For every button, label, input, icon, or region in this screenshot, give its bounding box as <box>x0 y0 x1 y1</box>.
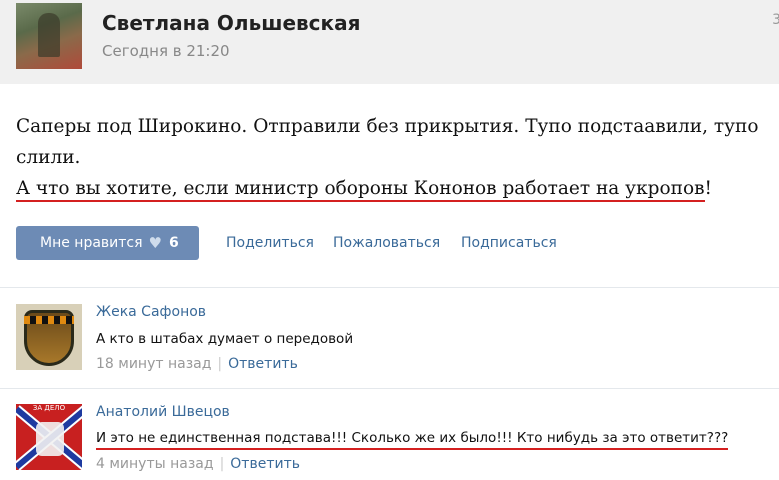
meta-separator: | <box>217 356 223 372</box>
author-name[interactable]: Светлана Ольшевская <box>102 11 360 35</box>
like-button[interactable]: Мне нравится ♥ 6 <box>16 226 199 260</box>
post-text-line-2: слили. <box>16 147 81 168</box>
underlined-comment-text: И это не единственная подстава!!! Скольк… <box>96 430 729 450</box>
rider-icon <box>36 422 64 456</box>
underlined-text: А что вы хотите, если министр обороны Ко… <box>16 178 705 202</box>
post-time[interactable]: Сегодня в 21:20 <box>102 42 230 60</box>
comment-text: И это не единственная подстава!!! Скольк… <box>96 430 729 450</box>
exclamation: ! <box>704 178 712 199</box>
avatar-caption: ЗА ДЕЛО <box>32 404 66 412</box>
comment-meta: 18 минут назад | Ответить <box>96 356 298 372</box>
avatar-figure <box>38 13 60 57</box>
comment-author[interactable]: Жека Сафонов <box>96 304 206 320</box>
corner-number: 3 <box>772 12 779 28</box>
subscribe-link[interactable]: Подписаться <box>461 235 557 251</box>
comment-text: А кто в штабах думает о передовой <box>96 331 354 347</box>
meta-separator: | <box>219 456 225 472</box>
post-text-line-1: Саперы под Широкино. Отправили без прикр… <box>16 116 759 137</box>
divider <box>0 388 779 389</box>
comment-meta: 4 минуты назад | Ответить <box>96 456 300 472</box>
ribbon-icon <box>24 316 74 324</box>
like-count: 6 <box>169 235 179 251</box>
heart-icon: ♥ <box>148 234 162 252</box>
comment-time[interactable]: 4 минуты назад <box>96 456 214 472</box>
share-link[interactable]: Поделиться <box>226 235 314 251</box>
report-link[interactable]: Пожаловаться <box>333 235 440 251</box>
reply-link[interactable]: Ответить <box>228 356 298 372</box>
comment-avatar[interactable] <box>16 304 82 370</box>
comment-author[interactable]: Анатолий Швецов <box>96 404 230 420</box>
comment-avatar[interactable]: ЗА ДЕЛО <box>16 404 82 470</box>
reply-link[interactable]: Ответить <box>230 456 300 472</box>
author-avatar[interactable] <box>16 3 82 69</box>
comment-time[interactable]: 18 минут назад <box>96 356 211 372</box>
like-label: Мне нравится <box>40 235 143 251</box>
post-header: Светлана Ольшевская Сегодня в 21:20 3 <box>0 0 779 84</box>
divider <box>0 287 779 288</box>
post-text: Саперы под Широкино. Отправили без прикр… <box>16 111 776 204</box>
post-text-line-3: А что вы хотите, если министр обороны Ко… <box>16 173 776 204</box>
